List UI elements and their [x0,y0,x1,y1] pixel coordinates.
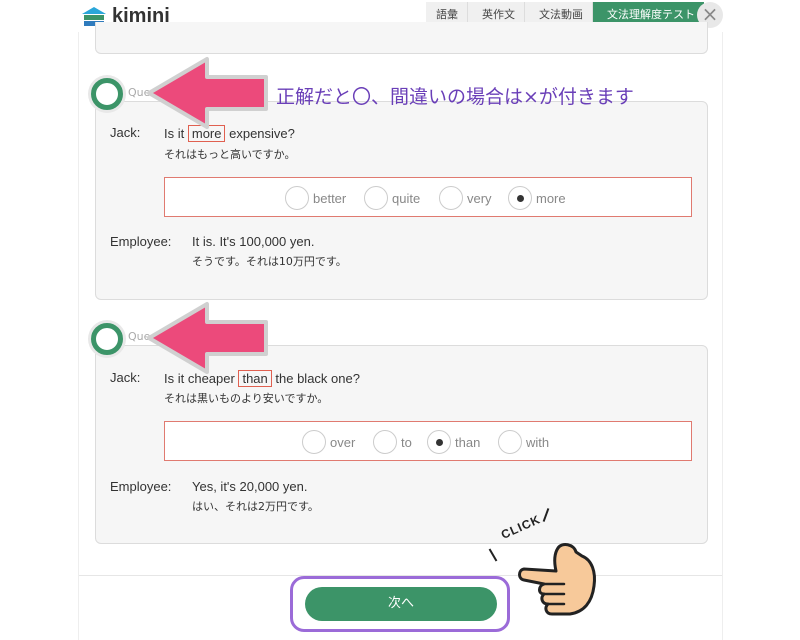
option-label: with [526,434,550,450]
option-over[interactable]: over [302,430,355,454]
option-very[interactable]: very [439,186,492,210]
option-label: to [401,434,412,450]
response-sentence-en: Yes, it's 20,000 yen. [192,479,308,494]
pointing-hand-icon [518,543,596,616]
radio-button[interactable] [285,186,309,210]
pointer-arrow-icon [147,57,268,129]
radio-button[interactable] [498,430,522,454]
option-label: very [467,190,492,206]
previous-question-card [95,22,708,54]
radio-button[interactable] [364,186,388,210]
response-sentence-en: It is. It's 100,000 yen. [192,234,315,249]
option-label: than [455,434,481,450]
radio-button[interactable] [302,430,326,454]
answer-options: over to than with [164,421,692,461]
speaker-label: Jack: [110,125,141,140]
speaker-label: Employee: [110,479,172,494]
option-quite[interactable]: quite [364,186,420,210]
question-sentence-ja: それはもっと高いですか。 [164,148,296,161]
speaker-label: Employee: [110,234,172,249]
annotation-text: 正解だと〇、間違いの場合は×が付きます [276,86,634,108]
option-label: better [313,190,347,206]
option-more[interactable]: more [508,186,566,210]
correct-mark-icon [91,323,123,355]
radio-button-selected[interactable] [508,186,532,210]
response-sentence-ja: はい、それは2万円です。 [192,500,319,513]
option-than[interactable]: than [427,430,480,454]
option-better[interactable]: better [285,186,346,210]
correct-mark-icon [91,78,123,110]
speaker-label: Jack: [110,370,141,385]
next-button[interactable]: 次へ [305,587,497,621]
question-sentence-ja: それは黒いものより安いですか。 [164,392,329,405]
radio-button[interactable] [373,430,397,454]
option-label: more [536,190,566,206]
sentence-part: the black one? [275,371,360,386]
option-with[interactable]: with [498,430,549,454]
response-sentence-ja: そうです。それは10万円です。 [192,255,347,268]
option-to[interactable]: to [373,430,412,454]
radio-button-selected[interactable] [427,430,451,454]
answer-options: better quite very more [164,177,692,217]
option-label: quite [392,190,421,206]
option-label: over [330,434,356,450]
pointer-arrow-icon [147,302,268,374]
radio-button[interactable] [439,186,463,210]
